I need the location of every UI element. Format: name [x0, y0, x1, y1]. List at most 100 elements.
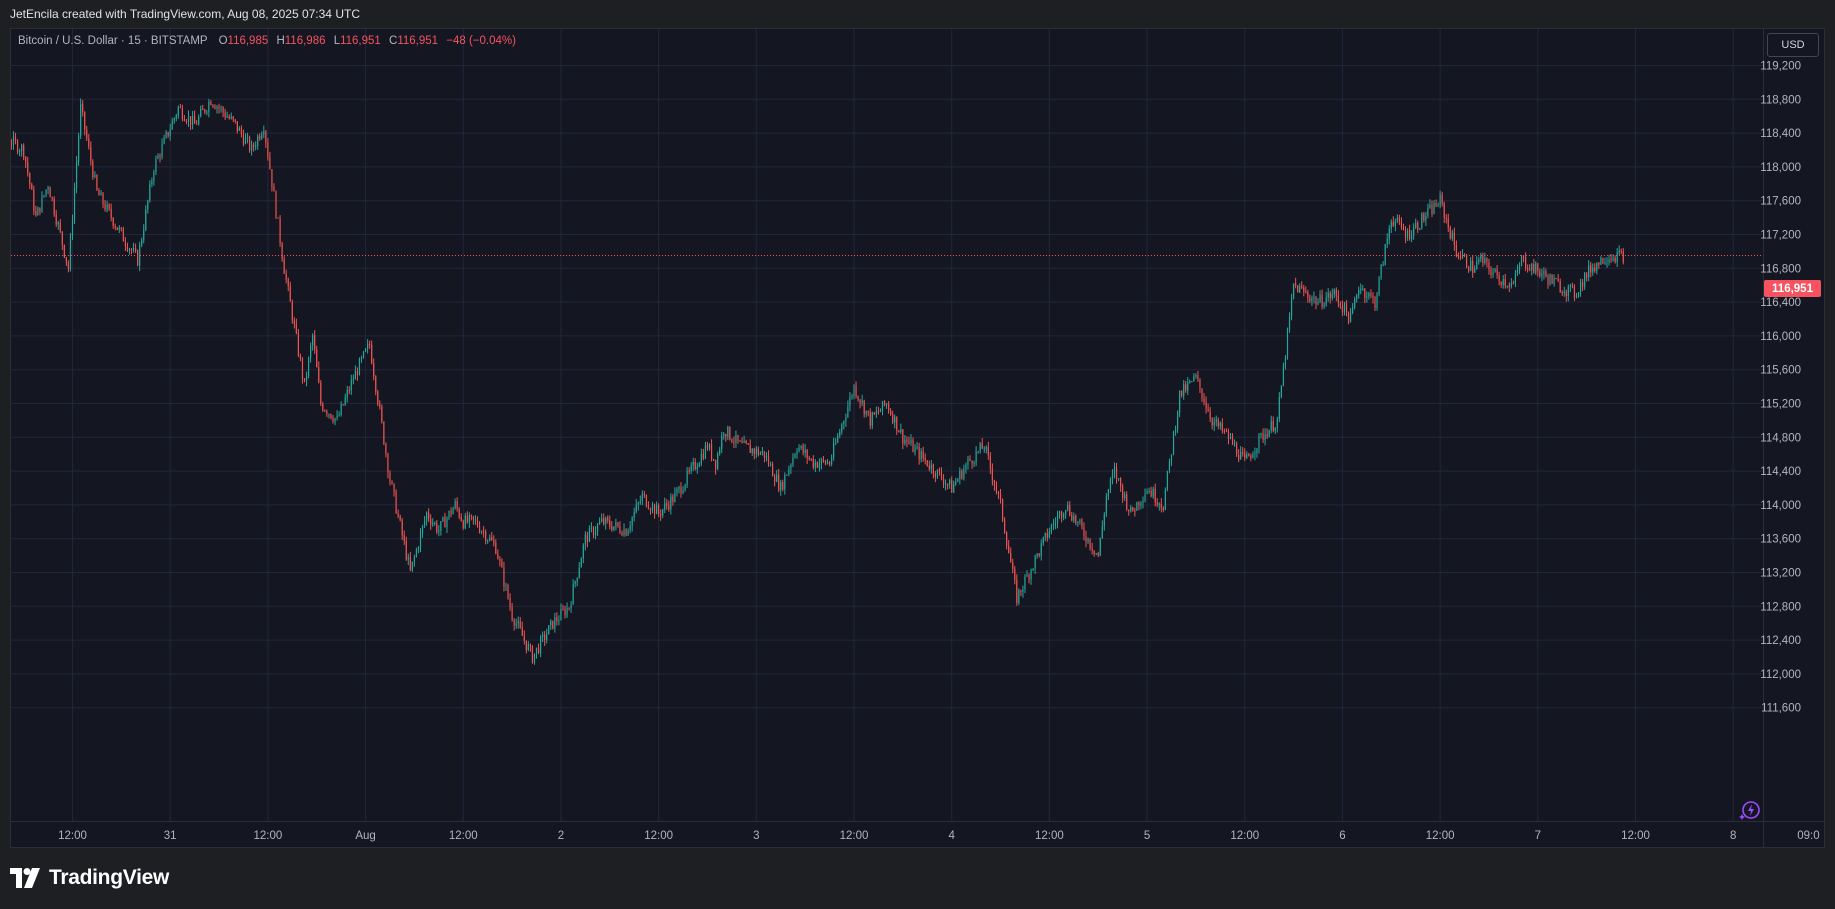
- candle: [183, 115, 186, 122]
- candle: [1207, 403, 1209, 412]
- candle: [869, 408, 871, 430]
- candle: [1415, 218, 1417, 230]
- candle: [1437, 202, 1439, 208]
- candle: [863, 399, 865, 418]
- candle: [828, 460, 831, 467]
- candle: [120, 227, 122, 232]
- candle: [890, 407, 892, 416]
- candle: [1411, 230, 1413, 243]
- candle: [1435, 199, 1437, 208]
- candle: [1441, 191, 1443, 207]
- candle: [845, 413, 847, 427]
- candle: [1160, 498, 1162, 513]
- candle: [957, 477, 959, 483]
- time-axis[interactable]: 12:00 31 12:00 Aug 12:00 2 12:00 3 12:00 4 12:00 5 1…: [58, 830, 1820, 842]
- candle: [1417, 220, 1419, 233]
- candle: [259, 133, 261, 141]
- candle: [879, 408, 882, 413]
- candle: [1126, 491, 1128, 512]
- candle: [324, 409, 326, 413]
- candle: [1470, 257, 1472, 272]
- candle: [1309, 294, 1311, 304]
- candle: [627, 528, 629, 536]
- candle: [108, 203, 110, 211]
- candle: [1199, 378, 1201, 394]
- candle: [584, 531, 586, 551]
- candle: [191, 110, 194, 130]
- candle: [800, 445, 802, 450]
- candle: [35, 205, 37, 217]
- currency-button[interactable]: USD: [1767, 33, 1819, 57]
- candle: [1590, 261, 1592, 278]
- y-tick-label: 116,800: [1760, 263, 1801, 275]
- candle: [421, 524, 424, 538]
- candle: [189, 115, 192, 130]
- candle: [1158, 502, 1160, 511]
- candle: [873, 411, 875, 416]
- candle: [181, 104, 183, 122]
- candle: [1449, 225, 1451, 240]
- candle: [1292, 283, 1295, 300]
- axis-borders: [11, 29, 1824, 847]
- candle: [470, 514, 472, 521]
- candle: [1586, 272, 1588, 282]
- candle: [277, 217, 279, 219]
- last-price-tag: 116,951: [1764, 280, 1821, 297]
- candle: [1144, 488, 1146, 503]
- candle: [934, 471, 937, 483]
- candle: [1266, 428, 1268, 440]
- candle: [1468, 265, 1470, 273]
- candle: [1181, 390, 1183, 398]
- candle: [564, 605, 566, 619]
- candle: [165, 130, 167, 139]
- candle: [908, 436, 910, 445]
- candle: [194, 110, 196, 124]
- candle: [63, 244, 65, 259]
- x-tick-label: 4: [948, 830, 955, 842]
- candle: [1065, 509, 1067, 520]
- candle: [1535, 261, 1537, 275]
- candle: [1445, 214, 1447, 224]
- candle: [128, 247, 131, 255]
- candle: [794, 452, 796, 459]
- candle: [285, 269, 287, 284]
- candle: [167, 131, 169, 138]
- candle: [967, 455, 969, 470]
- lightning-bolt-icon[interactable]: [1738, 798, 1762, 822]
- candle: [1223, 428, 1225, 435]
- candle: [814, 459, 816, 473]
- candle: [464, 512, 466, 530]
- candlestick-chart[interactable]: 119,200 118,800 118,400 118,000 117,600 117,2…: [11, 29, 1824, 847]
- candle: [753, 447, 755, 460]
- candle: [922, 446, 924, 462]
- candle: [1476, 256, 1478, 270]
- candle: [1527, 264, 1529, 273]
- candle: [171, 117, 173, 130]
- candle: [818, 458, 821, 472]
- candle: [43, 194, 45, 198]
- candle: [509, 593, 511, 611]
- candle: [723, 432, 725, 440]
- candle: [572, 579, 574, 605]
- candle: [1425, 212, 1427, 227]
- price-axis[interactable]: 119,200 118,800 118,400 118,000 117,600 117,2…: [1760, 61, 1801, 715]
- candle: [1319, 290, 1321, 304]
- candle: [1042, 536, 1044, 546]
- candle: [295, 318, 297, 335]
- y-tick-label: 117,200: [1760, 230, 1801, 242]
- candle: [1146, 488, 1148, 495]
- candle: [287, 277, 289, 292]
- chart-pane[interactable]: 119,200 118,800 118,400 118,000 117,600 117,2…: [10, 28, 1825, 848]
- candle: [214, 104, 216, 110]
- candle: [415, 547, 418, 558]
- candle: [1268, 429, 1270, 438]
- candle: [1238, 449, 1240, 463]
- candle: [27, 156, 29, 177]
- candle: [507, 583, 509, 600]
- candle: [1553, 274, 1555, 287]
- candles: [11, 98, 1624, 665]
- candle: [1327, 288, 1329, 302]
- y-tick-label: 116,000: [1760, 331, 1801, 343]
- candle: [1567, 284, 1569, 302]
- candle: [826, 458, 829, 465]
